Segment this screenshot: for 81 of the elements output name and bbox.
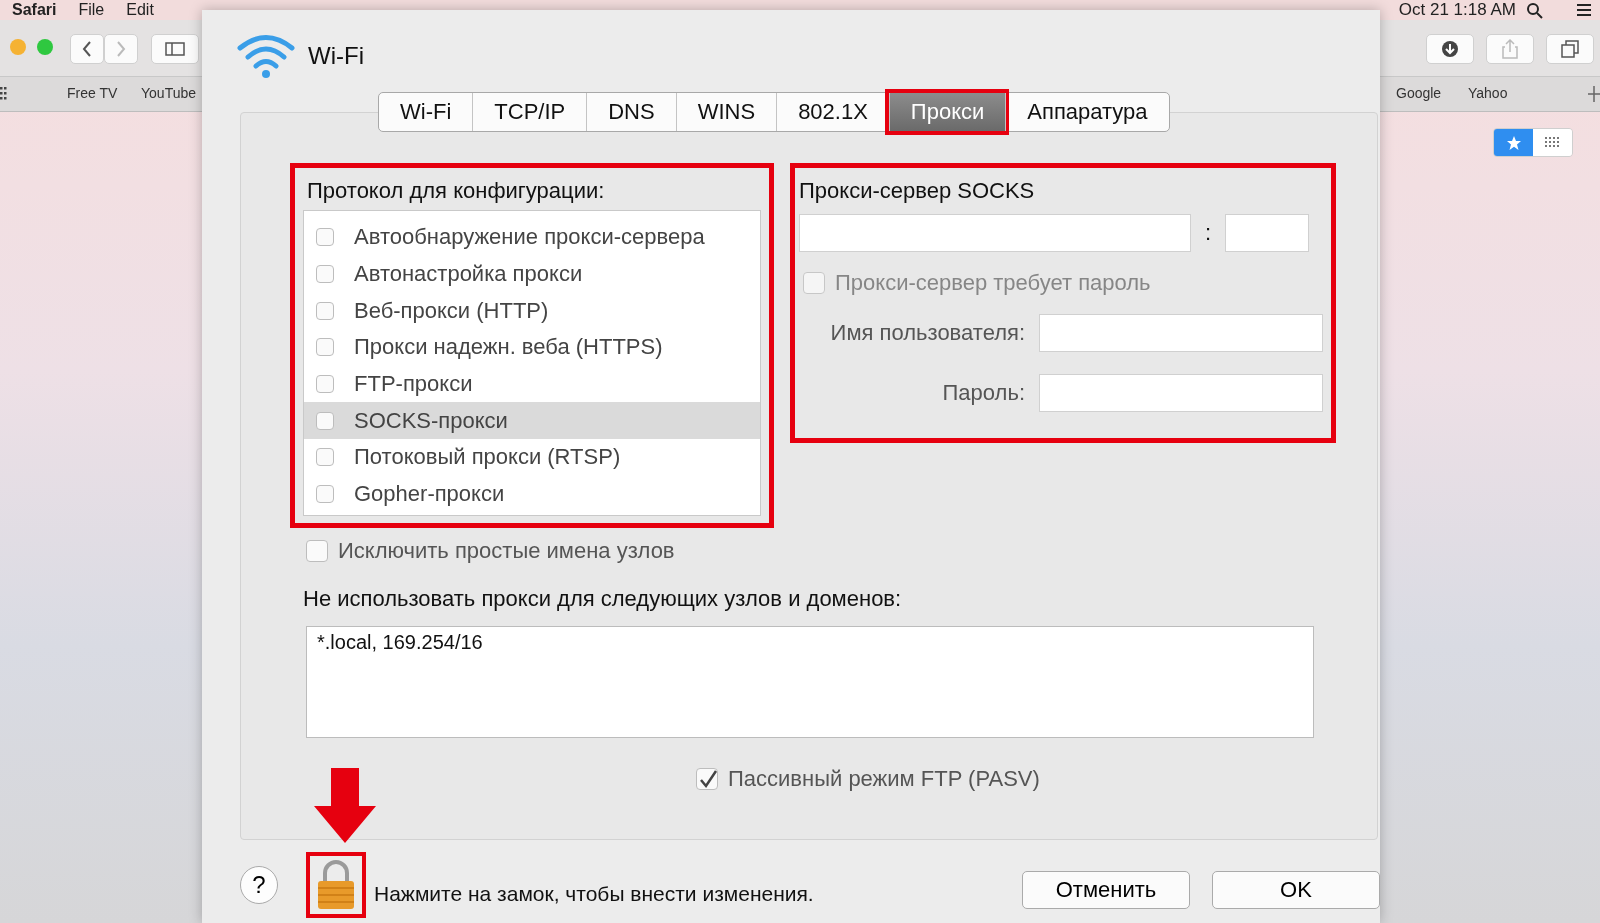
- back-icon: [81, 41, 93, 57]
- bookmark-link[interactable]: Free TV: [67, 85, 118, 101]
- checkbox[interactable]: [316, 375, 334, 394]
- username-field[interactable]: [1039, 314, 1323, 352]
- protocol-item[interactable]: Потоковый прокси (RTSP): [304, 439, 760, 476]
- protocol-label: Автонастройка прокси: [354, 261, 583, 288]
- checkbox-label: Исключить простые имена узлов: [338, 538, 675, 564]
- menu-item[interactable]: File: [78, 1, 105, 19]
- view-toggle[interactable]: [1533, 129, 1572, 156]
- checkbox-label: Прокси-сервер требует пароль: [835, 270, 1151, 296]
- minimize-light[interactable]: [10, 39, 26, 55]
- tab[interactable]: DNS: [586, 93, 676, 131]
- down-arrow-icon: [313, 768, 377, 844]
- host-field[interactable]: [799, 214, 1191, 252]
- protocol-label: Веб-прокси (HTTP): [354, 297, 549, 324]
- checkbox[interactable]: [316, 301, 334, 320]
- bookmark-link[interactable]: Google: [1396, 85, 1442, 101]
- port-field[interactable]: [1225, 214, 1310, 252]
- tab[interactable]: Wi-Fi: [379, 93, 473, 131]
- sidebar-icon: [165, 42, 185, 56]
- download-icon: [1441, 40, 1459, 58]
- bookmark-link[interactable]: YouTube: [141, 85, 196, 101]
- protocol-label: Gopher-прокси: [354, 481, 505, 508]
- bypass-field[interactable]: *.local, 169.254/16: [306, 626, 1314, 738]
- grid-icon[interactable]: [0, 87, 8, 101]
- field-label: Пароль:: [941, 380, 1025, 406]
- tab[interactable]: Аппаратура: [1005, 93, 1169, 131]
- protocol-item[interactable]: Прокси надежн. веба (HTTPS): [304, 329, 760, 366]
- ok-button[interactable]: OK: [1212, 871, 1380, 909]
- checkbox[interactable]: [316, 448, 334, 467]
- star-icon: [1505, 134, 1522, 151]
- share-button[interactable]: [1486, 34, 1534, 64]
- checkbox[interactable]: [316, 338, 334, 357]
- sidebar-button[interactable]: [151, 34, 199, 64]
- protocol-label: Прокси надежн. веба (HTTPS): [354, 334, 663, 361]
- add-icon[interactable]: [1588, 86, 1600, 102]
- checkbox[interactable]: [696, 768, 718, 790]
- lock-hint: Нажмите на замок, чтобы внести изменения.: [374, 882, 814, 906]
- lock-icon[interactable]: [316, 860, 356, 910]
- protocol-item[interactable]: Автонастройка прокси: [304, 255, 760, 293]
- menu-item[interactable]: Safari: [12, 1, 57, 19]
- tab[interactable]: WINS: [675, 93, 777, 131]
- window-title: Wi-Fi: [308, 42, 364, 70]
- back-button[interactable]: [70, 34, 104, 64]
- tab[interactable]: TCP/IP: [472, 93, 587, 131]
- tabs-button[interactable]: [1546, 34, 1594, 64]
- protocol-label: Автообнаружение прокси-сервера: [354, 224, 705, 251]
- menu-icon[interactable]: [1576, 2, 1592, 18]
- download-button[interactable]: [1426, 34, 1474, 64]
- protocol-label: Потоковый прокси (RTSP): [354, 444, 621, 471]
- checkbox[interactable]: [316, 265, 334, 284]
- port-separator: :: [1205, 220, 1212, 246]
- view-toggle[interactable]: [1494, 129, 1533, 156]
- checkbox[interactable]: [316, 228, 334, 247]
- share-icon: [1502, 39, 1518, 59]
- checkbox[interactable]: [316, 485, 334, 504]
- checkbox[interactable]: [316, 411, 334, 430]
- section-label: Протокол для конфигурации:: [307, 178, 606, 204]
- field-label: Имя пользователя:: [829, 320, 1025, 346]
- checkbox[interactable]: [306, 540, 328, 562]
- protocol-label: FTP-прокси: [354, 371, 473, 398]
- checkbox-label: Пассивный режим FTP (PASV): [728, 766, 1040, 792]
- tabs-icon: [1561, 40, 1579, 58]
- grid-icon: [1544, 136, 1561, 149]
- protocol-item[interactable]: Веб-прокси (HTTP): [304, 292, 760, 330]
- section-label: Прокси-сервер SOCKS: [799, 178, 1036, 204]
- cancel-button[interactable]: Отменить: [1022, 871, 1190, 909]
- help-button[interactable]: ?: [240, 866, 278, 904]
- bookmark-link[interactable]: Yahoo: [1468, 85, 1508, 101]
- protocol-item[interactable]: Gopher-прокси: [304, 475, 760, 513]
- search-icon[interactable]: [1526, 2, 1544, 20]
- protocol-item[interactable]: SOCKS-прокси: [304, 402, 760, 440]
- password-field[interactable]: [1039, 374, 1323, 412]
- menu-clock[interactable]: Oct 21 1:18 AM: [1398, 0, 1516, 20]
- forward-icon: [115, 41, 127, 57]
- zoom-light[interactable]: [37, 39, 53, 55]
- protocol-item[interactable]: FTP-прокси: [304, 365, 760, 403]
- menu-item[interactable]: Edit: [126, 1, 154, 19]
- section-label: Не использовать прокси для следующих узлов и доменов:: [303, 586, 903, 612]
- protocol-label: SOCKS-прокси: [354, 407, 508, 434]
- protocol-item[interactable]: Автообнаружение прокси-сервера: [304, 219, 760, 256]
